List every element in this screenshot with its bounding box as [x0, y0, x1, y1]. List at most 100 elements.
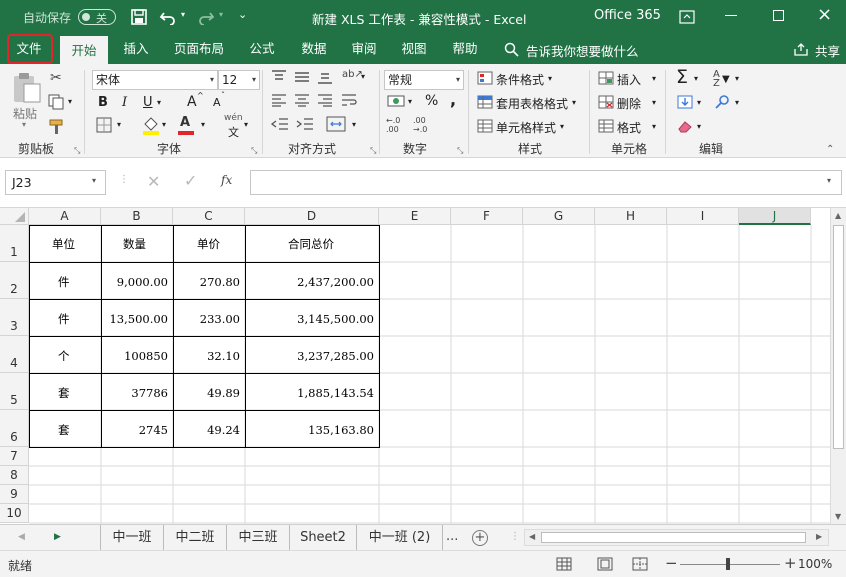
number-format-select[interactable]: 常规 ▾	[384, 70, 464, 90]
table-cell[interactable]: 件	[58, 311, 70, 327]
vertical-scrollbar[interactable]: ▲ ▼	[830, 208, 846, 524]
phonetic-icon[interactable]: wén	[224, 113, 243, 123]
row-header-9[interactable]: 9	[0, 485, 29, 504]
insert-cells-button[interactable]: 插入	[617, 71, 641, 88]
decrease-font-button[interactable]: A	[213, 96, 221, 109]
copy-dropdown-icon[interactable]: ▾	[68, 97, 72, 106]
table-header-cell[interactable]: 单位	[52, 236, 75, 252]
formula-input[interactable]: ▾	[250, 170, 842, 195]
table-cell[interactable]: 9,000.00	[117, 275, 168, 289]
table-cell[interactable]: 2745	[139, 423, 168, 437]
zoom-slider[interactable]	[680, 564, 780, 565]
underline-button[interactable]: U	[143, 95, 153, 110]
next-sheet-icon[interactable]: ▶	[54, 532, 61, 542]
table-cell[interactable]: 2,437,200.00	[297, 275, 374, 289]
tab-home[interactable]: 开始	[60, 36, 108, 64]
confirm-entry-icon[interactable]: ✓	[184, 171, 197, 190]
clear-dropdown-icon[interactable]: ▾	[697, 122, 701, 131]
paste-dropdown-icon[interactable]: ▾	[22, 120, 26, 129]
table-header-cell[interactable]: 数量	[123, 236, 146, 252]
row-header-5[interactable]: 5	[0, 373, 29, 410]
scroll-down-icon[interactable]: ▼	[835, 512, 841, 521]
sheet-tab[interactable]: 中三班	[227, 525, 290, 550]
autosum-icon[interactable]: Σ	[676, 66, 688, 88]
scroll-up-icon[interactable]: ▲	[835, 211, 841, 220]
increase-font-button[interactable]: A	[187, 94, 197, 110]
fill-dropdown-icon[interactable]: ▾	[697, 98, 701, 107]
clipboard-launcher-icon[interactable]: ⤡	[74, 146, 80, 156]
decrease-decimal-icon[interactable]: .00 →.0	[413, 116, 427, 134]
split-handle-icon[interactable]: ⋮	[510, 531, 520, 542]
decrease-indent-icon[interactable]	[271, 117, 289, 131]
ribbon-display-icon[interactable]	[679, 10, 695, 24]
autosum-dropdown-icon[interactable]: ▾	[694, 74, 698, 83]
row-header-4[interactable]: 4	[0, 336, 29, 373]
sheet-tab[interactable]: 中二班	[164, 525, 227, 550]
align-center-icon[interactable]	[294, 93, 310, 107]
table-cell[interactable]: 件	[58, 274, 70, 290]
zoom-out-button[interactable]: −	[665, 554, 678, 572]
table-cell[interactable]: 233.00	[200, 312, 240, 326]
table-cell[interactable]: 270.80	[200, 275, 240, 289]
clear-icon[interactable]	[677, 119, 693, 133]
insert-function-icon[interactable]: fx	[221, 173, 232, 187]
merge-dropdown-icon[interactable]: ▾	[352, 120, 356, 129]
increase-decimal-icon[interactable]: ←.0.00	[386, 116, 400, 134]
delete-cells-button[interactable]: 删除	[617, 95, 641, 112]
maximize-icon[interactable]	[773, 10, 784, 21]
align-bottom-icon[interactable]	[317, 70, 333, 84]
cell-styles-icon[interactable]	[477, 119, 493, 133]
row-header-2[interactable]: 2	[0, 262, 29, 299]
conditional-format-icon[interactable]	[477, 71, 493, 85]
row-header-3[interactable]: 3	[0, 299, 29, 336]
close-icon[interactable]: ×	[817, 4, 832, 25]
sheet-tab[interactable]: 中一班	[100, 525, 164, 550]
orientation-dropdown-icon[interactable]: ▾	[361, 72, 365, 81]
select-all-corner[interactable]	[0, 208, 29, 225]
find-select-icon[interactable]	[715, 94, 731, 110]
expand-formula-icon[interactable]: ▾	[827, 176, 831, 185]
minimize-icon[interactable]	[725, 15, 737, 16]
tab-help[interactable]: 帮助	[443, 34, 487, 64]
column-header-C[interactable]: C	[173, 208, 245, 225]
autosave-toggle[interactable]: 关	[78, 9, 116, 25]
italic-button[interactable]: I	[122, 95, 127, 110]
cancel-entry-icon[interactable]: ✕	[147, 172, 160, 191]
conditional-dropdown-icon[interactable]: ▾	[548, 74, 552, 83]
row-header-6[interactable]: 6	[0, 410, 29, 447]
font-size-select[interactable]: 12 ▾	[218, 70, 260, 90]
collapse-ribbon-icon[interactable]: ⌃	[826, 144, 834, 155]
percent-button[interactable]: %	[425, 93, 438, 109]
font-color-dropdown-icon[interactable]: ▾	[201, 120, 205, 129]
table-cell[interactable]: 3,145,500.00	[297, 312, 374, 326]
accounting-format-icon[interactable]	[387, 94, 405, 108]
delete-dropdown-icon[interactable]: ▾	[652, 98, 656, 107]
format-as-table-icon[interactable]	[477, 95, 493, 109]
table-header-cell[interactable]: 单价	[197, 236, 220, 252]
column-header-G[interactable]: G	[523, 208, 595, 225]
table-cell[interactable]: 套	[58, 422, 70, 438]
page-layout-view-icon[interactable]	[597, 557, 613, 571]
format-as-table-button[interactable]: 套用表格格式	[496, 95, 568, 112]
tab-data[interactable]: 数据	[292, 34, 336, 64]
customize-qat-icon[interactable]: ⌄	[238, 8, 247, 21]
name-box[interactable]: J23 ▾	[5, 170, 106, 195]
align-left-icon[interactable]	[271, 93, 287, 107]
prev-sheet-icon[interactable]: ◀	[18, 532, 25, 542]
insert-dropdown-icon[interactable]: ▾	[652, 74, 656, 83]
conditional-format-button[interactable]: 条件格式	[496, 71, 544, 88]
column-header-E[interactable]: E	[379, 208, 451, 225]
lightbulb-search-icon[interactable]	[504, 42, 519, 57]
font-color-icon[interactable]: A	[180, 115, 190, 130]
tab-formulas[interactable]: 公式	[240, 34, 284, 64]
column-header-I[interactable]: I	[667, 208, 739, 225]
zoom-level[interactable]: 100%	[798, 557, 832, 571]
table-cell[interactable]: 49.89	[207, 386, 240, 400]
sheet-tab[interactable]: 中一班 (2)	[357, 525, 443, 550]
table-cell[interactable]: 1,885,143.54	[297, 386, 374, 400]
horizontal-scrollbar[interactable]: ◀ ▶	[524, 529, 829, 546]
drag-handle-icon[interactable]: ⋮	[119, 174, 129, 185]
add-sheet-icon[interactable]: +	[472, 530, 488, 546]
phonetic-dropdown-icon[interactable]: ▾	[244, 120, 248, 129]
accounting-dropdown-icon[interactable]: ▾	[408, 97, 412, 106]
